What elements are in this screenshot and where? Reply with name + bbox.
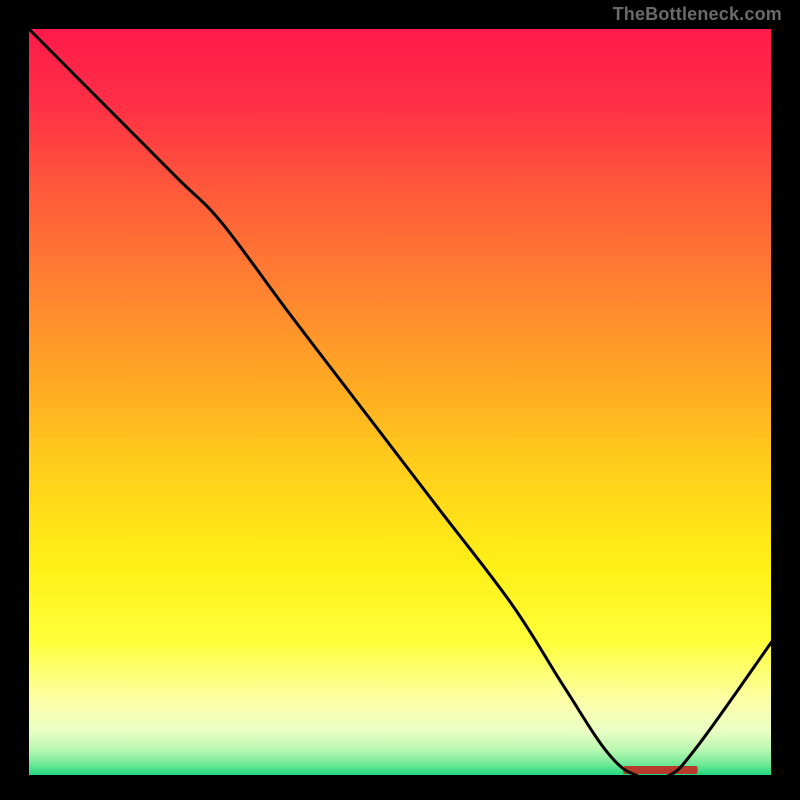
chart-container: TheBottleneck.com (0, 0, 800, 800)
highlight-band (623, 766, 697, 774)
watermark-text: TheBottleneck.com (613, 4, 782, 25)
bottleneck-chart (0, 0, 800, 800)
